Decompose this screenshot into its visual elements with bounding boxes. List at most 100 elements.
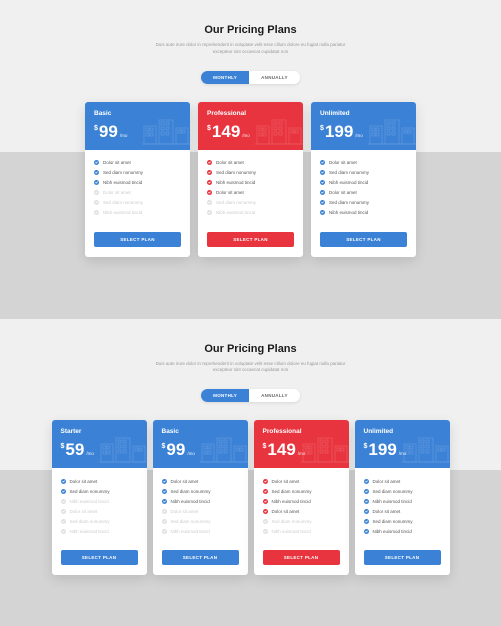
feature-label: Nibh euismod tincid xyxy=(329,210,368,215)
feature-label: Nibh euismod tincid xyxy=(70,529,109,534)
feature-label: Nibh euismod tincid xyxy=(272,529,311,534)
currency: $ xyxy=(207,125,211,132)
select-plan-button[interactable]: SELECT PLAN xyxy=(207,232,294,247)
feature-item: Nibh euismod tincid xyxy=(162,526,239,536)
feature-item: Nibh euismod tincid xyxy=(320,208,407,218)
plan-name: Professional xyxy=(263,428,340,435)
feature-label: Dolor sit amet xyxy=(216,160,244,165)
select-plan-button[interactable]: SELECT PLAN xyxy=(94,232,181,247)
feature-list: Dolor sit amet Sed diam nonummy Nibh euism… xyxy=(85,150,190,224)
toggle-monthly[interactable]: MONTHLY xyxy=(201,389,249,402)
feature-item: Sed diam nonummy xyxy=(320,198,407,208)
select-plan-button[interactable]: SELECT PLAN xyxy=(320,232,407,247)
check-icon xyxy=(207,180,212,185)
feature-item: Sed diam nonummy xyxy=(263,516,340,526)
feature-label: Nibh euismod tincid xyxy=(171,529,210,534)
feature-item: Sed diam nonummy xyxy=(61,516,138,526)
feature-label: Dolor sit amet xyxy=(70,509,98,514)
feature-item: Sed diam nonummy xyxy=(162,486,239,496)
feature-label: Nibh euismod tincid xyxy=(103,210,142,215)
check-icon xyxy=(162,499,167,504)
check-icon xyxy=(364,529,369,534)
plan-header: Professional$149/mo xyxy=(254,420,349,468)
plan-header: Starter$59/mo xyxy=(52,420,147,468)
feature-label: Nibh euismod tincid xyxy=(329,180,368,185)
check-icon xyxy=(61,509,66,514)
price-period: /mo xyxy=(120,133,128,138)
toggle-monthly[interactable]: MONTHLY xyxy=(201,71,249,84)
feature-item: Sed diam nonummy xyxy=(162,516,239,526)
select-plan-button[interactable]: SELECT PLAN xyxy=(364,550,441,565)
feature-label: Dolor sit amet xyxy=(103,190,131,195)
feature-item: Dolor sit amet xyxy=(263,506,340,516)
feature-label: Dolor sit amet xyxy=(272,479,300,484)
feature-label: Nibh euismod tincid xyxy=(70,499,109,504)
feature-item: Nibh euismod tincid xyxy=(61,496,138,506)
feature-item: Sed diam nonummy xyxy=(364,486,441,496)
feature-item: Dolor sit amet xyxy=(94,188,181,198)
plan-card: Professional$149/moDolor sit ametSed dia… xyxy=(254,420,349,575)
feature-label: Nibh euismod tincid xyxy=(272,499,311,504)
feature-item: Dolor sit amet xyxy=(364,476,441,486)
feature-item: Dolor sit amet xyxy=(207,158,294,168)
feature-item: Nibh euismod tincid xyxy=(263,526,340,536)
feature-item: Dolor sit amet xyxy=(61,506,138,516)
plan-header: Unlimited$199/mo xyxy=(355,420,450,468)
check-icon xyxy=(364,509,369,514)
feature-label: Sed diam nonummy xyxy=(171,519,211,524)
feature-item: Dolor sit amet xyxy=(263,476,340,486)
price-value: 199 xyxy=(325,123,353,140)
feature-item: Dolor sit amet xyxy=(320,188,407,198)
check-icon xyxy=(61,529,66,534)
feature-label: Sed diam nonummy xyxy=(373,519,413,524)
check-icon xyxy=(162,529,167,534)
check-icon xyxy=(320,180,325,185)
select-plan-button[interactable]: SELECT PLAN xyxy=(162,550,239,565)
feature-item: Sed diam nonummy xyxy=(320,168,407,178)
select-plan-button[interactable]: SELECT PLAN xyxy=(61,550,138,565)
feature-item: Nibh euismod tincid xyxy=(207,178,294,188)
toggle-annually[interactable]: ANNUALLY xyxy=(249,71,300,84)
feature-label: Sed diam nonummy xyxy=(216,200,256,205)
feature-label: Nibh euismod tincid xyxy=(103,180,142,185)
check-icon xyxy=(263,499,268,504)
feature-item: Sed diam nonummy xyxy=(94,168,181,178)
feature-list: Dolor sit ametSed diam nonummyNibh euism… xyxy=(311,150,416,224)
billing-toggle: MONTHLYANNUALLY xyxy=(201,71,300,84)
check-icon xyxy=(364,519,369,524)
plan-name: Basic xyxy=(94,110,181,117)
plan-name: Unlimited xyxy=(320,110,407,117)
feature-label: Sed diam nonummy xyxy=(171,489,211,494)
toggle-annually[interactable]: ANNUALLY xyxy=(249,389,300,402)
price-period: /mo xyxy=(298,451,306,456)
plan-header: Basic$99/mo xyxy=(153,420,248,468)
currency: $ xyxy=(364,443,368,450)
plan-name: Starter xyxy=(61,428,138,435)
feature-list: Dolor sit ametSed diam nonummyNibh euism… xyxy=(153,468,248,542)
currency: $ xyxy=(263,443,267,450)
feature-label: Nibh euismod tincid xyxy=(171,499,210,504)
feature-label: Dolor sit amet xyxy=(103,160,131,165)
plan-card: Unlimited$199/moDolor sit ametSed diam n… xyxy=(311,102,416,257)
price-value: 99 xyxy=(166,441,185,458)
feature-list: Dolor sit amet Sed diam nonummy Nibh euism… xyxy=(198,150,303,224)
feature-item: Nibh euismod tincid xyxy=(94,208,181,218)
price-value: 99 xyxy=(99,123,118,140)
section-subtitle: Duis aute irure dolor in reprehenderit i… xyxy=(151,42,351,56)
price-value: 59 xyxy=(65,441,84,458)
check-icon xyxy=(61,519,66,524)
select-plan-button[interactable]: SELECT PLAN xyxy=(263,550,340,565)
check-icon xyxy=(364,479,369,484)
section-title: Our Pricing Plans xyxy=(40,343,461,355)
currency: $ xyxy=(162,443,166,450)
feature-list: Dolor sit amet Sed diam nonummy Nibh euism… xyxy=(52,468,147,542)
feature-item: Dolor sit amet xyxy=(320,158,407,168)
check-icon xyxy=(207,210,212,215)
feature-label: Nibh euismod tincid xyxy=(216,180,255,185)
check-icon xyxy=(320,210,325,215)
check-icon xyxy=(162,479,167,484)
check-icon xyxy=(263,509,268,514)
section-subtitle: Duis aute irure dolor in reprehenderit i… xyxy=(151,361,351,375)
check-icon xyxy=(263,519,268,524)
feature-label: Dolor sit amet xyxy=(272,509,300,514)
